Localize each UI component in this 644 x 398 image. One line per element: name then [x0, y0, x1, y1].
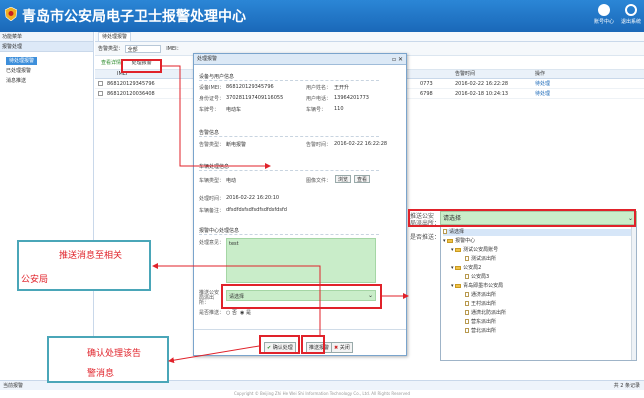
annotation-arrows — [152, 65, 409, 364]
